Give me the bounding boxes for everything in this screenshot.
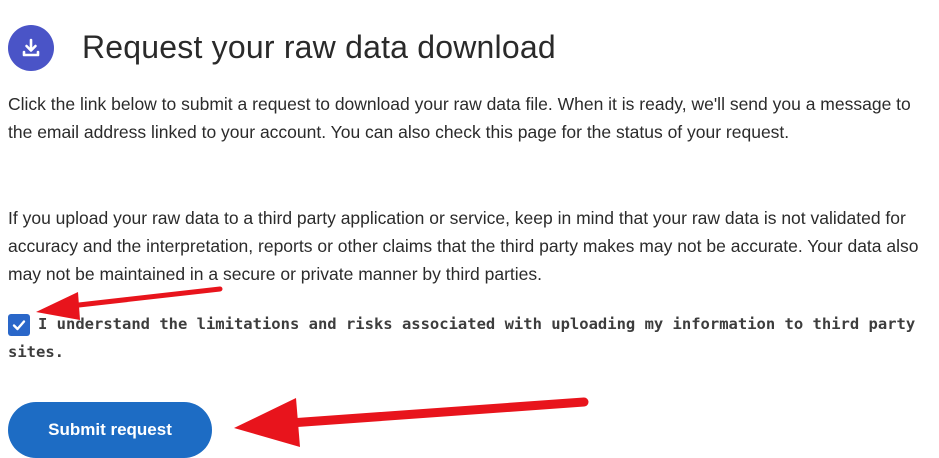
consent-label[interactable]: I understand the limitations and risks a… [8,310,938,366]
page-header: Request your raw data download [8,8,556,88]
arrow-to-submit-button-icon [234,397,589,447]
submit-request-button[interactable]: Submit request [8,402,212,458]
consent-checkbox-row[interactable]: I understand the limitations and risks a… [8,310,938,366]
consent-checkbox[interactable] [8,314,30,336]
checkmark-icon [12,320,26,331]
page-title: Request your raw data download [82,29,556,66]
download-icon [8,24,54,71]
disclaimer-paragraph: If you upload your raw data to a third p… [8,208,919,284]
intro-paragraph: Click the link below to submit a request… [8,94,911,142]
